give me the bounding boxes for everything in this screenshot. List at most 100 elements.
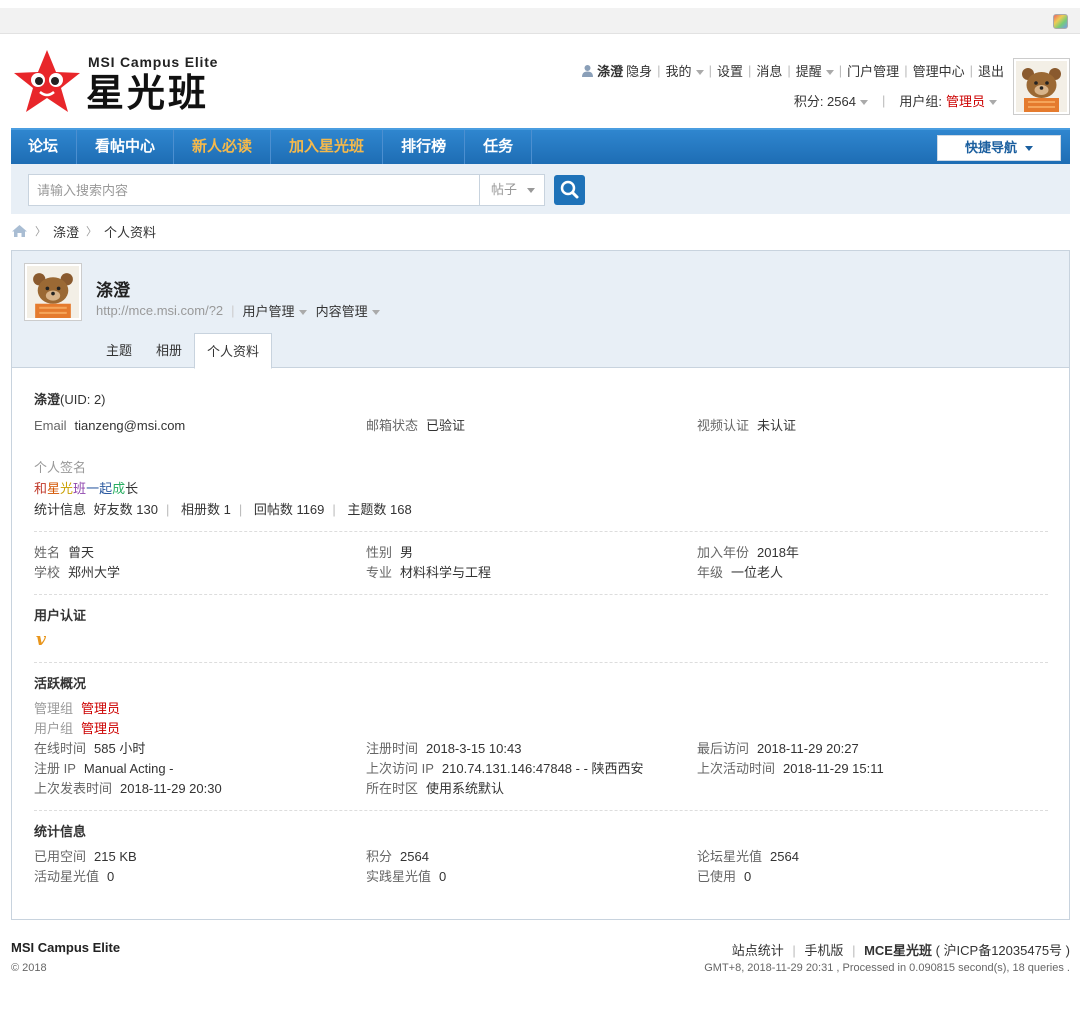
email-status-value: 已验证: [426, 418, 466, 433]
brand-link[interactable]: MCE星光班: [864, 943, 932, 958]
forum-star-label: 论坛星光值: [697, 849, 763, 864]
nav-separator: |: [904, 62, 908, 78]
email-label: Email: [34, 418, 67, 433]
video-auth-value: 未认证: [757, 418, 797, 433]
breadcrumb-profile: 个人资料: [104, 224, 157, 240]
admin-group-value[interactable]: 管理员: [81, 701, 120, 716]
practice-star-label: 实践星光值: [366, 869, 432, 884]
divider: [34, 810, 1048, 811]
chevron-down-icon: [825, 69, 834, 75]
site-stats-link[interactable]: 站点统计: [732, 943, 784, 958]
activity-row-3: 上次发表时间 2018-11-29 20:30 所在时区 使用系统默认: [34, 780, 1048, 798]
home-icon[interactable]: [11, 224, 28, 238]
usergroup-menu[interactable]: 管理员: [946, 91, 997, 110]
invisible-link[interactable]: 隐身: [626, 61, 652, 80]
reminders-menu[interactable]: 提醒: [796, 61, 834, 80]
stat-separator: |: [332, 502, 336, 517]
stat-title: 统计信息: [34, 824, 87, 839]
stat-albums[interactable]: 相册数 1: [181, 502, 231, 517]
gender-value: 男: [400, 545, 414, 560]
nav-item-newbie-guide[interactable]: 新人必读: [174, 130, 272, 164]
avatar[interactable]: [1013, 58, 1070, 115]
chevron-right-icon: 〉: [35, 226, 46, 238]
points-menu[interactable]: 积分: 2564: [794, 91, 868, 110]
user-nav: 涤澄 隐身 | 我的 | 设置 | 消息 | 提醒 | 门户管理 | 管理中心 …: [581, 61, 1004, 79]
username-link[interactable]: 涤澄: [597, 61, 623, 80]
user-admin-menu[interactable]: 用户管理: [243, 301, 307, 320]
verify-title-row: 用户认证: [34, 607, 86, 625]
nav-item-ranking[interactable]: 排行榜: [383, 130, 466, 164]
site-logo[interactable]: MSI Campus Elite 星光班: [12, 48, 252, 116]
profile-username: 涤澄: [34, 392, 61, 407]
stat-separator: |: [238, 502, 243, 517]
tab-threads[interactable]: 主题: [94, 333, 144, 368]
content-admin-menu[interactable]: 内容管理: [316, 301, 380, 320]
grade-label: 年级: [697, 565, 724, 580]
chevron-down-icon: [1025, 146, 1033, 152]
stats-label: 统计信息: [34, 502, 87, 517]
profile-url-link[interactable]: http://mce.msi.com/?2: [96, 303, 223, 318]
quick-nav-button[interactable]: 快捷导航: [937, 135, 1061, 161]
breadcrumb: 〉 涤澄 〉 个人资料: [11, 222, 156, 240]
major-label: 专业: [366, 565, 393, 580]
school-label: 学校: [34, 565, 61, 580]
realname-value: 曾天: [68, 545, 95, 560]
style-switch-icon[interactable]: [1053, 14, 1068, 29]
mobile-link[interactable]: 手机版: [804, 943, 843, 958]
last-visit-value: 2018-11-29 20:27: [757, 741, 859, 756]
signature-char: 和: [34, 481, 48, 496]
nav-item-forum[interactable]: 论坛: [11, 130, 78, 164]
profile-avatar[interactable]: [24, 263, 82, 321]
user-group-row: 用户组 管理员: [34, 720, 120, 738]
tab-album[interactable]: 相册: [144, 333, 194, 368]
stat-row-1: 已用空间 215 KB 积分 2564 论坛星光值 2564: [34, 848, 1048, 866]
user-group-value[interactable]: 管理员: [81, 721, 120, 736]
stat-replies[interactable]: 回帖数 1169: [254, 502, 325, 517]
nav-separator: |: [838, 62, 843, 78]
stat-title-row: 统计信息: [34, 823, 86, 841]
activity-row-2: 注册 IP Manual Acting - 上次访问 IP 210.74.131.1…: [34, 760, 1048, 778]
search-button[interactable]: [554, 175, 585, 205]
activity-title: 活跃概况: [34, 676, 87, 691]
settings-link[interactable]: 设置: [717, 61, 743, 80]
stat-friends[interactable]: 好友数 130: [94, 502, 158, 517]
mine-menu[interactable]: 我的: [666, 61, 704, 80]
logout-link[interactable]: 退出: [978, 61, 1004, 80]
search-input[interactable]: [28, 174, 480, 206]
divider: [34, 531, 1048, 532]
signature-char: 起: [99, 481, 113, 496]
tab-profile[interactable]: 个人资料: [194, 333, 273, 369]
practice-star-value: 0: [439, 869, 447, 884]
nav-item-tasks[interactable]: 任务: [465, 130, 533, 164]
space-value: 215 KB: [94, 849, 137, 864]
portal-admin-link[interactable]: 门户管理: [847, 61, 899, 80]
last-post-label: 上次发表时间: [34, 781, 113, 796]
verified-badge-icon[interactable]: v: [36, 630, 46, 650]
activity-star-value: 0: [107, 869, 115, 884]
nav-separator: |: [787, 62, 791, 78]
icp-link[interactable]: ( 沪ICP备12035475号 ): [936, 943, 1070, 958]
top-toolbar: [0, 8, 1080, 34]
profile-uid: (UID: 2): [60, 392, 106, 407]
nav-separator: |: [969, 62, 973, 78]
nav-separator: |: [708, 62, 712, 78]
profile-name: 涤澄: [96, 281, 130, 300]
stats-row: 统计信息 好友数 130 | 相册数 1 | 回帖数 1169 | 主题数 168: [34, 501, 412, 519]
chevron-down-icon: [695, 69, 704, 75]
nav-separator: |: [657, 62, 661, 78]
bear-avatar-icon: [27, 266, 79, 318]
divider: [34, 594, 1048, 595]
messages-link[interactable]: 消息: [756, 61, 782, 80]
chevron-down-icon: [859, 99, 868, 105]
admin-center-link[interactable]: 管理中心: [913, 61, 965, 80]
timezone-value: 使用系统默认: [426, 781, 505, 796]
search-type-select[interactable]: 帖子: [479, 174, 545, 206]
stat-threads[interactable]: 主题数 168: [347, 502, 411, 517]
nav-item-join[interactable]: 加入星光班: [271, 130, 384, 164]
search-bar: 帖子: [11, 164, 1070, 214]
last-active-label: 上次活动时间: [697, 761, 776, 776]
signature-char: 一: [86, 481, 100, 496]
realname-label: 姓名: [34, 545, 61, 560]
breadcrumb-user[interactable]: 涤澄: [53, 222, 79, 241]
nav-item-topics-center[interactable]: 看帖中心: [77, 130, 175, 164]
